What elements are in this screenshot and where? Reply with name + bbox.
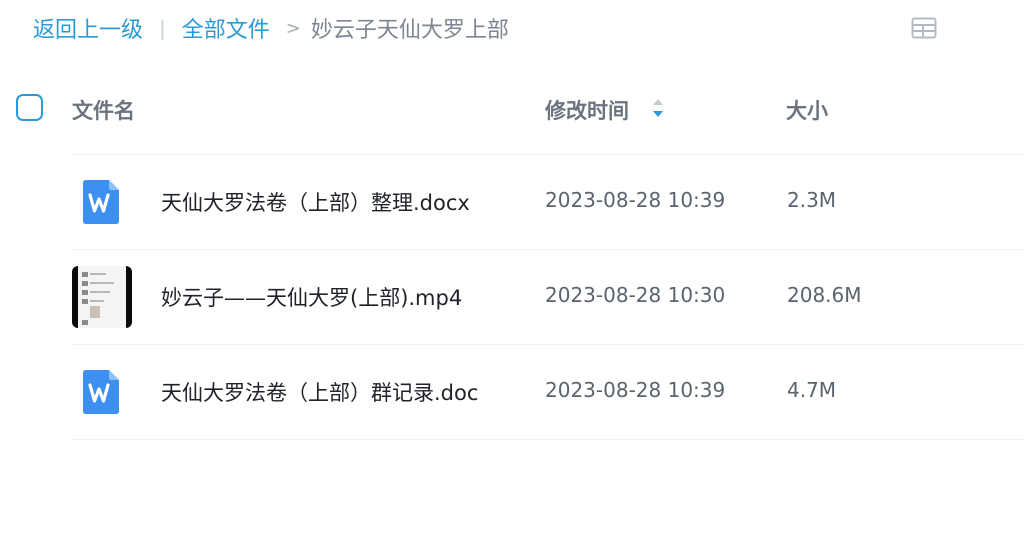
sort-arrows-icon[interactable] xyxy=(650,96,666,120)
table-header: 文件名 修改时间 大小 xyxy=(0,82,1024,136)
back-link[interactable]: 返回上一级 xyxy=(33,12,143,44)
file-modified: 2023-08-28 10:30 xyxy=(545,283,726,307)
video-thumbnail xyxy=(72,266,132,328)
word-doc-icon xyxy=(72,361,132,423)
grid-view-icon[interactable] xyxy=(911,17,937,39)
file-modified: 2023-08-28 10:39 xyxy=(545,378,726,402)
column-header-modified[interactable]: 修改时间 xyxy=(545,95,629,125)
current-folder: 妙云子天仙大罗上部 xyxy=(310,18,509,43)
column-header-size: 大小 xyxy=(786,99,828,123)
row-divider xyxy=(72,439,1024,440)
file-name[interactable]: 妙云子——天仙大罗(上部).mp4 xyxy=(161,282,462,312)
breadcrumb-divider: | xyxy=(159,16,166,40)
breadcrumb-arrow-icon: > xyxy=(285,17,301,39)
file-size: 208.6M xyxy=(787,283,862,307)
file-name[interactable]: 天仙大罗法卷（上部）整理.docx xyxy=(161,187,470,217)
table-row[interactable]: 妙云子——天仙大罗(上部).mp4 2023-08-28 10:30 208.6… xyxy=(0,250,1024,344)
column-header-name: 文件名 xyxy=(72,99,135,123)
table-row[interactable]: 天仙大罗法卷（上部）整理.docx 2023-08-28 10:39 2.3M xyxy=(0,155,1024,249)
breadcrumb: 返回上一级 | 全部文件 > 妙云子天仙大罗上部 xyxy=(33,8,509,48)
file-size: 2.3M xyxy=(787,188,837,212)
file-modified: 2023-08-28 10:39 xyxy=(545,188,726,212)
file-name[interactable]: 天仙大罗法卷（上部）群记录.doc xyxy=(161,377,478,407)
word-doc-icon xyxy=(72,171,132,233)
all-files-link[interactable]: 全部文件 xyxy=(182,12,270,44)
table-row[interactable]: 天仙大罗法卷（上部）群记录.doc 2023-08-28 10:39 4.7M xyxy=(0,345,1024,439)
file-size: 4.7M xyxy=(787,378,837,402)
select-all-checkbox[interactable] xyxy=(16,94,43,121)
